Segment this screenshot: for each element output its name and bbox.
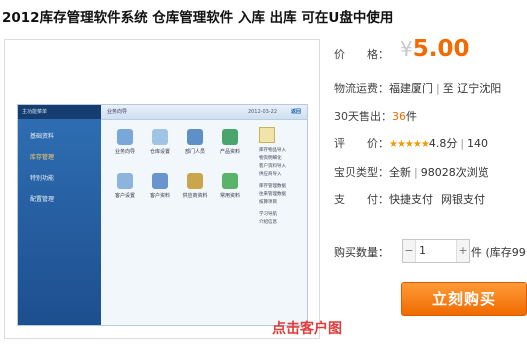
clock-icon [222,173,238,189]
book-icon [117,129,133,145]
product-image[interactable]: 主功能菜单 基础资料 库存管理 特别功能 配置管理 业务向导 2012-03-2… [4,39,320,339]
shipping-to[interactable]: 辽宁沈阳 [457,82,501,95]
app-sidebar-item: 基础资料 [30,133,55,140]
app-date: 2012-03-22 [247,109,277,115]
people-icon [187,129,203,145]
sold-unit: 件 [406,110,417,123]
sold-label: 30天售出： [334,110,392,123]
magnifier-icon [152,129,168,145]
gear-icon [117,173,133,189]
increase-button[interactable]: + [456,240,469,262]
rating-row: 评 价：★★★★★4.8分 | 140 [334,137,489,150]
shipping-label: 物流运费： [334,82,389,95]
pay-method-express[interactable]: 快捷支付 [389,193,433,206]
sold-count: 36 [392,110,406,123]
payment-row: 支 付：快捷支付 网银支付 [334,191,485,207]
rating-label: 评 价： [334,137,389,150]
rating-score: 4.8分 [428,137,458,150]
app-sidebar-item: 特别功能 [30,175,55,182]
type-label: 宝贝类型： [334,166,389,179]
quantity-unit-stock: 件 (库存99 [471,246,526,259]
type-row: 宝贝类型：全新 | 98028次浏览 [334,166,489,179]
pay-method-bank[interactable]: 网银支付 [433,193,485,206]
quantity-stepper: − + [402,239,470,263]
app-icon-cell: 仓库设置 [144,129,176,155]
app-sidebar-header: 主功能菜单 [18,105,101,119]
buy-now-button[interactable]: 立刻购买 [401,282,527,316]
rating-stars-icon: ★★★★★ [389,139,430,150]
app-icon-cell: 供应商资料 [179,173,211,199]
app-sidebar-item: 库存管理 [30,154,55,161]
app-icon-cell: 产品资料 [214,129,246,155]
app-icon-cell: 客户资料 [144,173,176,199]
app-icon-cell: 业务向导 [109,129,141,155]
app-icon-cell: 部门人员 [179,129,211,155]
box-icon [187,173,203,189]
app-icon-cell: 常用资料 [214,173,246,199]
shipping-row: 物流运费：福建厦门 | 至 辽宁沈阳 [334,82,502,95]
app-sidebar-item: 配置管理 [30,196,55,203]
app-sidebar: 主功能菜单 基础资料 库存管理 特别功能 配置管理 [18,105,101,325]
views-count: 98028次浏览 [420,166,489,179]
quantity-label: 购买数量： [334,246,389,259]
app-topbar: 业务向导 2012-03-22 返回 [101,105,307,120]
product-title: 2012库存管理软件系统 仓库管理软件 入库 出库 可在U盘中使用 [2,10,394,26]
app-icon-cell: 客户设置 [109,173,141,199]
sold-row: 30天售出：36件 [334,108,417,124]
app-back: 返回 [290,109,301,115]
type-value: 全新 [389,166,411,179]
app-side-links: 库存物品导入 物资明细化 客户资料导入 供应商导入 库存管理数据 往来管理数据 … [259,127,303,227]
decrease-button[interactable]: − [403,240,416,262]
price: ¥5.00 [400,36,469,62]
rating-count[interactable]: 140 [467,137,488,150]
app-topbar-title: 业务向导 [107,109,128,115]
folder-icon [222,129,238,145]
shipping-from: 福建厦门 [389,82,433,95]
currency-symbol: ¥ [400,37,413,61]
app-main: 业务向导 2012-03-22 返回 业务向导 仓库设置 部门人员 产品资料 客… [101,105,307,325]
price-value: 5.00 [412,36,470,62]
bottom-partial-text: 点击客户图 [272,321,342,337]
note-icon [259,127,275,143]
pay-label: 支 付： [334,193,389,206]
software-screenshot: 主功能菜单 基础资料 库存管理 特别功能 配置管理 业务向导 2012-03-2… [17,104,308,326]
price-label: 价 格： [334,48,389,61]
user-icon [152,173,168,189]
quantity-input[interactable] [417,242,457,258]
